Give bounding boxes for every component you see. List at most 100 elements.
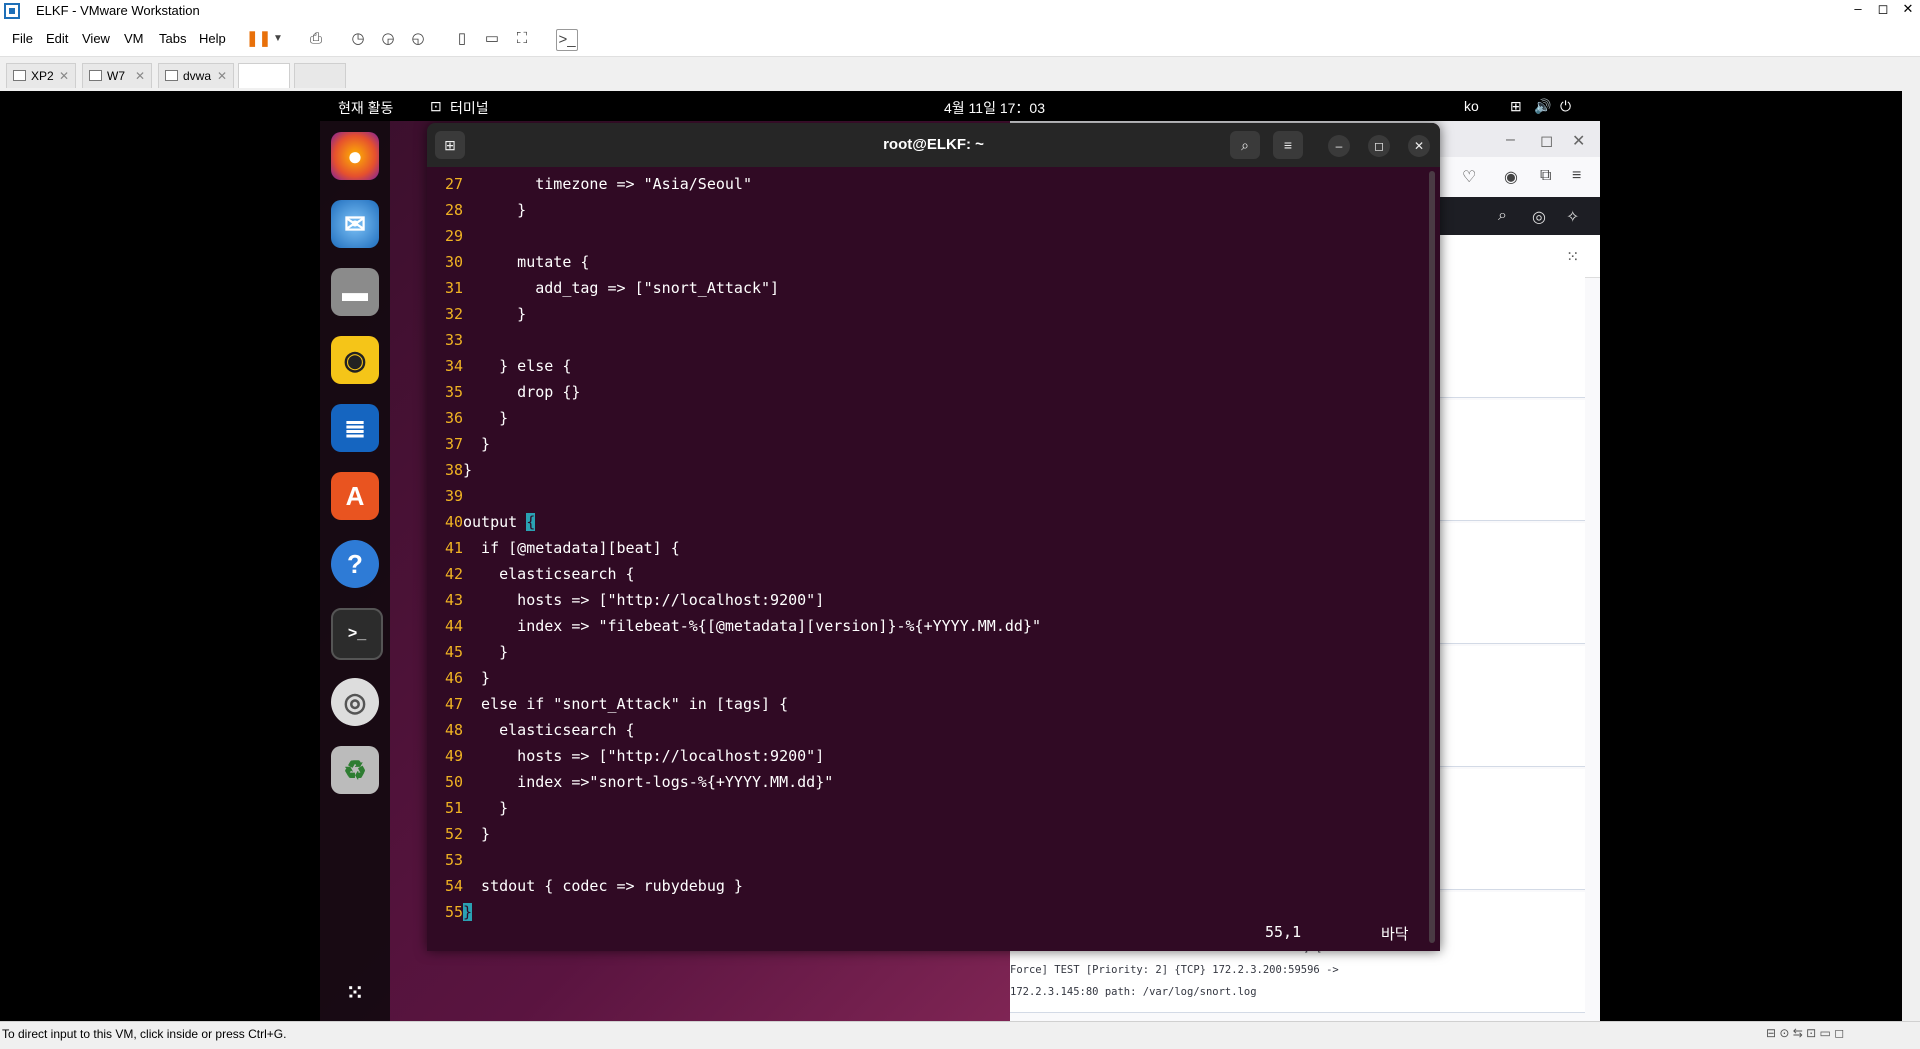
line-number: 27	[444, 175, 463, 193]
clock[interactable]: 4월 11일 17：03	[944, 98, 1045, 118]
line-number: 46	[444, 669, 463, 687]
status-hint: To direct input to this VM, click inside…	[2, 1027, 287, 1041]
browser-maximize-icon[interactable]: ◻	[1540, 131, 1553, 151]
line-number: 43	[444, 591, 463, 609]
snapshot-manager-icon[interactable]: ◵	[408, 29, 428, 49]
menu-view[interactable]: View	[82, 31, 110, 46]
terminal-dock-icon[interactable]: >_	[331, 608, 383, 660]
line-number: 33	[444, 331, 463, 349]
close-button[interactable]: ✕	[1896, 1, 1920, 17]
kibana-search-icon[interactable]: ⌕	[1498, 207, 1507, 225]
terminal-window[interactable]: ⊞ root@ELKF: ~ ⌕ ≡ – ◻ ✕ 27 timezone => …	[427, 123, 1440, 951]
line-text: drop {}	[463, 383, 581, 401]
line-text: }	[463, 799, 509, 817]
line-text: }	[463, 825, 491, 843]
apps-grid-icon[interactable]: ⁙	[1566, 247, 1579, 267]
thumbnail-view-icon[interactable]: ▭	[482, 29, 502, 49]
maximize-button[interactable]: ◻	[1871, 1, 1895, 17]
line-text: }	[463, 409, 509, 427]
menu-edit[interactable]: Edit	[46, 31, 68, 46]
line-number: 34	[444, 357, 463, 375]
fullscreen-icon[interactable]: ⛶	[512, 29, 532, 49]
menu-file[interactable]: File	[12, 31, 33, 46]
firefox-icon[interactable]: ●	[331, 132, 379, 180]
line-text: }	[463, 669, 491, 687]
line-number: 45	[444, 643, 463, 661]
terminal-maximize-icon[interactable]: ◻	[1368, 135, 1390, 157]
input-language[interactable]: ko	[1464, 98, 1479, 114]
optical-drive-icon[interactable]: ◎	[331, 678, 379, 726]
window-title: ELKF - VMware Workstation	[36, 3, 200, 18]
line-text: }	[463, 643, 509, 661]
line-number: 41	[444, 539, 463, 557]
line-number: 53	[444, 851, 463, 869]
volume-icon[interactable]: 🔊	[1534, 98, 1551, 115]
show-apps-icon[interactable]: ⁙	[331, 969, 379, 1017]
device-status-icons[interactable]: ⊟ ⊙ ⇆ ⊡ ▭ ◻	[1766, 1026, 1844, 1040]
tab-close-icon[interactable]: ✕	[135, 64, 145, 88]
tab-close-icon[interactable]: ✕	[217, 64, 227, 88]
trash-icon[interactable]: ♻	[331, 746, 379, 794]
vm-icon	[89, 70, 102, 81]
thunderbird-icon[interactable]: ✉	[331, 200, 379, 248]
files-icon[interactable]: ▬	[331, 268, 379, 316]
app-menu-label[interactable]: 터미널	[450, 98, 489, 118]
kibana-news-icon[interactable]: ✧	[1566, 207, 1579, 227]
menu-vm[interactable]: VM	[124, 31, 144, 46]
line-text: stdout { codec => rubydebug }	[463, 877, 743, 895]
line-text: elasticsearch {	[463, 565, 635, 583]
activities-button[interactable]: 현재 활동	[338, 98, 393, 118]
rhythmbox-icon[interactable]: ◉	[331, 336, 379, 384]
terminal-menu-icon[interactable]: ≡	[1273, 131, 1303, 159]
app-center-icon[interactable]: A	[331, 472, 379, 520]
scroll-position: 바닥	[1381, 925, 1409, 943]
line-number: 49	[444, 747, 463, 765]
browser-menu-icon[interactable]: ≡	[1572, 167, 1581, 185]
extensions-icon[interactable]: ⧉	[1540, 167, 1551, 185]
cursor-position: 55,1	[1265, 923, 1302, 941]
network-icon[interactable]: ⊞	[1510, 98, 1522, 115]
vm-scrollbar[interactable]	[1902, 91, 1920, 1021]
line-number: 32	[444, 305, 463, 323]
vim-editor-content[interactable]: 27 timezone => "Asia/Seoul" 28 } 29 30 muta…	[427, 171, 1427, 921]
tab-dvwa[interactable]: dvwa ✕	[158, 63, 234, 88]
line-number: 50	[444, 773, 463, 791]
log-text: 172.2.3.145:80 path: /var/log/snort.log	[1010, 986, 1257, 998]
line-number: 47	[444, 695, 463, 713]
power-icon[interactable]: ⏻	[1560, 98, 1571, 115]
ubuntu-dock: ● ✉ ▬ ◉ ≣ A ? >_ ◎ ♻ ⁙	[320, 121, 390, 1021]
snapshot-icon[interactable]: ◷	[348, 29, 368, 49]
line-number: 36	[444, 409, 463, 427]
kibana-help-icon[interactable]: ◎	[1532, 207, 1546, 227]
browser-minimize-icon[interactable]: –	[1506, 131, 1515, 149]
revert-snapshot-icon[interactable]: ◶	[378, 29, 398, 49]
line-number: 44	[444, 617, 463, 635]
tab-close-icon[interactable]: ✕	[59, 64, 69, 88]
terminal-search-icon[interactable]: ⌕	[1230, 131, 1260, 159]
tab-elkf-active[interactable]	[238, 63, 290, 88]
terminal-header-bar: ⊞ root@ELKF: ~ ⌕ ≡ – ◻ ✕	[427, 123, 1440, 167]
send-keys-icon[interactable]: ⎙	[306, 29, 326, 49]
line-text: hosts => ["http://localhost:9200"]	[463, 747, 825, 765]
line-number: 39	[444, 487, 463, 505]
tab-xp2[interactable]: XP2 ✕	[6, 63, 76, 88]
pause-icon[interactable]: ❚❚	[246, 29, 271, 49]
library-view-icon[interactable]: ▯	[452, 29, 472, 49]
terminal-close-icon[interactable]: ✕	[1408, 135, 1430, 157]
account-icon[interactable]: ◉	[1504, 167, 1518, 187]
terminal-scrollbar[interactable]	[1429, 171, 1435, 943]
help-icon[interactable]: ?	[331, 540, 379, 588]
dropdown-arrow-icon[interactable]: ▼	[268, 29, 288, 49]
vim-cursor: }	[463, 903, 473, 921]
minimize-button[interactable]: –	[1846, 1, 1870, 16]
libreoffice-writer-icon[interactable]: ≣	[331, 404, 379, 452]
menu-help[interactable]: Help	[199, 31, 226, 46]
pocket-icon[interactable]: ♡	[1462, 167, 1476, 187]
tab-w7[interactable]: W7 ✕	[82, 63, 152, 88]
console-view-icon[interactable]: >_	[556, 29, 578, 51]
terminal-minimize-icon[interactable]: –	[1328, 135, 1350, 157]
menu-tabs[interactable]: Tabs	[159, 31, 186, 46]
line-number: 37	[444, 435, 463, 453]
tab-unnamed[interactable]	[294, 63, 346, 88]
browser-close-icon[interactable]: ✕	[1572, 131, 1585, 151]
